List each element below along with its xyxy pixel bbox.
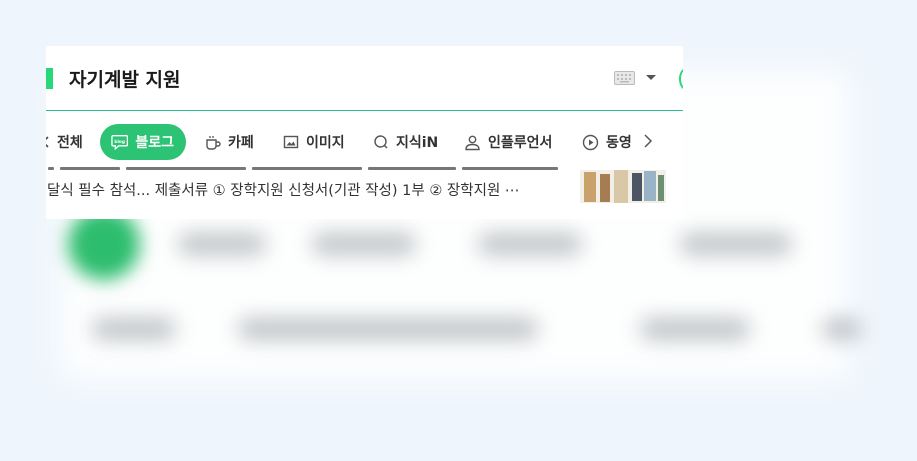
tab-video[interactable]: 동영 (582, 124, 632, 160)
tab-label: 카페 (228, 135, 254, 151)
tab-label: 이미지 (306, 135, 345, 151)
all-icon (46, 136, 49, 148)
tab-kin[interactable]: 지식iN (373, 124, 438, 160)
result-snippet[interactable]: 달식 필수 참석... 제출서류 ① 장학지원 신청서(기관 작성) 1부 ② … (47, 179, 519, 200)
blurred-item (680, 233, 792, 255)
tab-influencer[interactable]: 인플루언서 (464, 124, 552, 160)
blurred-item (312, 233, 416, 255)
tab-blog[interactable]: blog 블로그 (100, 124, 186, 160)
result-thumbnail[interactable] (580, 170, 666, 203)
search-query[interactable]: 자기계발 지원 (69, 65, 181, 92)
tab-label: 지식iN (396, 135, 439, 151)
keyboard-icon[interactable] (614, 71, 635, 85)
thumbnail-figure (600, 174, 610, 202)
image-icon (283, 135, 299, 149)
play-circle-icon (582, 134, 599, 150)
search-accent-bar (46, 68, 53, 89)
cafe-cup-icon (206, 135, 221, 150)
tab-label: 동영 (606, 135, 632, 151)
tab-cafe[interactable]: 카페 (204, 124, 254, 160)
blurred-item (822, 318, 862, 340)
tab-label: 인플루언서 (488, 135, 553, 151)
search-button-edge[interactable] (679, 68, 683, 90)
thumbnail-figure (644, 171, 656, 201)
search-bar[interactable]: 자기계발 지원 (46, 46, 683, 110)
search-card: 자기계발 지원 전체 blog 블로그 카페 이미지 지식iN 인플루언서 동영… (46, 46, 683, 219)
thumbnail-figure (658, 175, 664, 201)
blurred-item (92, 318, 176, 340)
tab-label: 전체 (57, 135, 83, 151)
blurred-item (178, 233, 266, 255)
thumbnail-figure (614, 170, 628, 203)
blurred-item (478, 233, 582, 255)
blurred-item (238, 318, 538, 340)
knowledge-search-icon (374, 135, 388, 149)
tab-all[interactable]: 전체 (46, 124, 83, 160)
blog-badge: blog (114, 139, 125, 145)
snippet-clipped-line (46, 160, 566, 174)
thumbnail-figure (632, 173, 642, 201)
blog-icon: blog (111, 135, 129, 150)
thumbnail-figure (584, 172, 596, 202)
tab-image[interactable]: 이미지 (283, 124, 345, 160)
chevron-right-icon[interactable] (643, 133, 653, 149)
blurred-item (640, 318, 750, 340)
person-icon (465, 135, 480, 150)
tab-label: 블로그 (135, 135, 174, 151)
chevron-down-icon[interactable] (646, 75, 656, 80)
